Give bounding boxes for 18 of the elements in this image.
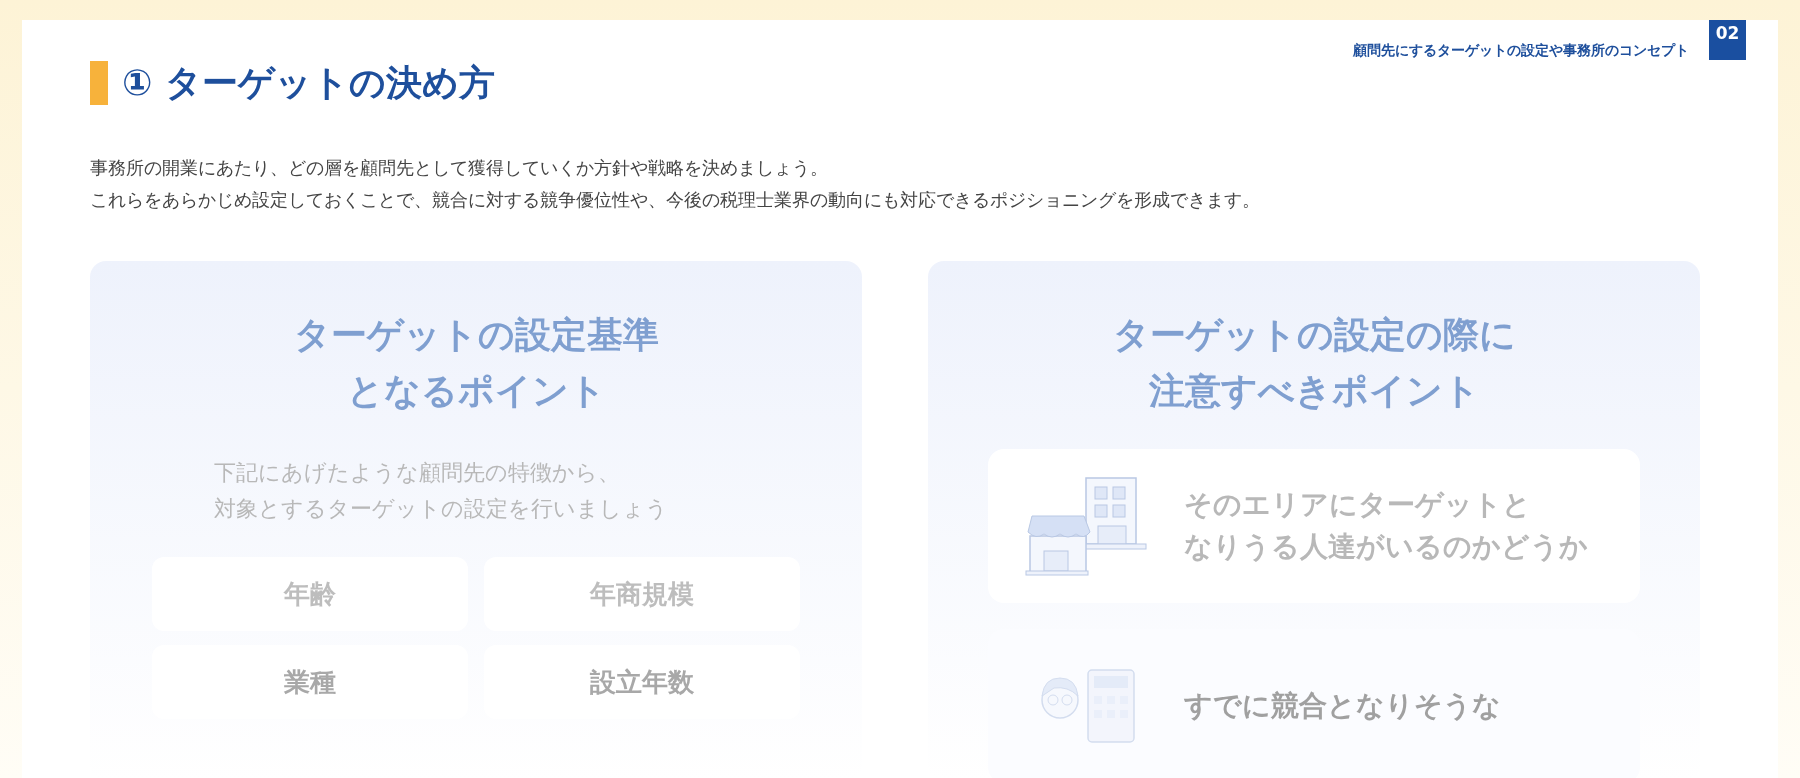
card-subtitle: 下記にあげたような顧問先の特徴から、 bbox=[214, 459, 621, 487]
intro-text: 事務所の開業にあたり、どの層を顧問先として獲得していくか方針や戦略を決めましょう。 bbox=[90, 156, 829, 180]
shop-and-building-icon bbox=[1024, 476, 1148, 576]
card-title: ターゲットの設定の際に bbox=[1112, 313, 1516, 357]
intro-text: これらをあらかじめ設定しておくことで、競合に対する競争優位性や、今後の税理士業界の動向にも対応できるポジショニングを形成できます。 bbox=[90, 188, 1261, 212]
page-title: ① ターゲットの決め方 bbox=[122, 61, 495, 105]
card-subtitle: 対象とするターゲットの設定を行いましょう bbox=[214, 495, 668, 523]
card-title: ターゲットの設定基準 bbox=[293, 313, 659, 357]
criteria-tile: 年商規模 bbox=[484, 557, 800, 631]
accent-bar bbox=[90, 61, 108, 105]
card-title: 注意すべきポイント bbox=[1148, 369, 1480, 413]
page-number-badge: 02 bbox=[1709, 20, 1746, 60]
card-title: となるポイント bbox=[346, 369, 606, 413]
point-text: なりうる人達がいるのかどうか bbox=[1184, 529, 1588, 565]
criteria-tile: 年齢 bbox=[152, 557, 468, 631]
point-text: そのエリアにターゲットと bbox=[1184, 487, 1532, 523]
point-text: すでに競合となりそうな bbox=[1184, 688, 1501, 724]
section-title: 顧問先にするターゲットの設定や事務所のコンセプト bbox=[1353, 41, 1689, 60]
